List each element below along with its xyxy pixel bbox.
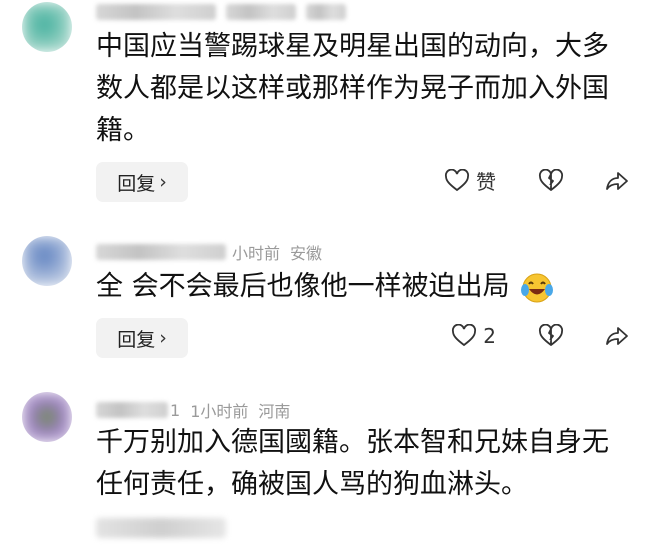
comment-text-content: 千万别加入德国國籍。张本智和兄妹自身无任何责任，确被国人骂的狗血淋头。 [96, 427, 609, 500]
comment-item: 1 1小时前 河南 千万别加入德国國籍。张本智和兄妹自身无任何责任，确被国人骂的… [0, 384, 660, 538]
like-count: 2 [483, 324, 496, 348]
like-button[interactable]: 2 [451, 324, 496, 348]
dislike-button[interactable] [538, 168, 564, 193]
reply-label: 回复 [117, 172, 156, 195]
username-blurred[interactable] [96, 4, 216, 20]
share-icon [606, 327, 628, 345]
comment-meta [96, 4, 346, 20]
laughing-tears-emoji-icon [520, 272, 554, 304]
dislike-button[interactable] [538, 324, 564, 348]
heart-icon [452, 324, 477, 347]
comment-text-content: 全 会不会最后也像他一样被迫出局 [96, 271, 510, 302]
avatar[interactable] [22, 236, 72, 286]
reply-label: 回复 [117, 328, 156, 351]
comment-text: 千万别加入德国國籍。张本智和兄妹自身无任何责任，确被国人骂的狗血淋头。 [96, 422, 620, 548]
reply-button[interactable]: 回复 › [96, 162, 188, 202]
comment-time: 小时前 [232, 244, 281, 263]
comment-meta: 小时前 安徽 [96, 240, 322, 264]
comment-actions: 赞 [444, 166, 630, 195]
like-button[interactable]: 赞 [444, 166, 496, 195]
comment-text: 全 会不会最后也像他一样被迫出局 [96, 266, 620, 308]
share-button[interactable] [604, 324, 630, 348]
chevron-right-icon: › [159, 171, 167, 193]
heart-icon [445, 168, 469, 191]
username-blurred[interactable] [96, 402, 168, 418]
comment-meta: 1 1小时前 河南 [96, 398, 290, 422]
blurred-text-segment [96, 517, 226, 538]
username-tail: 1 [170, 400, 181, 420]
broken-heart-icon [539, 168, 563, 191]
reply-button[interactable]: 回复 › [96, 318, 188, 358]
share-icon [606, 171, 628, 190]
share-button[interactable] [604, 169, 630, 193]
username-blurred[interactable] [96, 244, 226, 260]
comment-location: 河南 [258, 402, 291, 421]
comment-time: 1小时前 [190, 402, 249, 421]
chevron-right-icon: › [159, 327, 167, 349]
comment-actions: 2 [451, 324, 630, 348]
comment-item: 中国应当警踢球星及明星出国的动向，大多数人都是以这样或那样作为晃子而加入外国籍。… [0, 0, 660, 215]
comment-item: 小时前 安徽 全 会不会最后也像他一样被迫出局 回复 › 2 [0, 228, 660, 368]
broken-heart-icon [539, 324, 563, 346]
comment-location: 安徽 [290, 244, 323, 263]
like-label: 赞 [476, 170, 496, 194]
avatar[interactable] [22, 392, 72, 442]
avatar[interactable] [22, 2, 72, 52]
comment-text: 中国应当警踢球星及明星出国的动向，大多数人都是以这样或那样作为晃子而加入外国籍。 [96, 31, 609, 146]
